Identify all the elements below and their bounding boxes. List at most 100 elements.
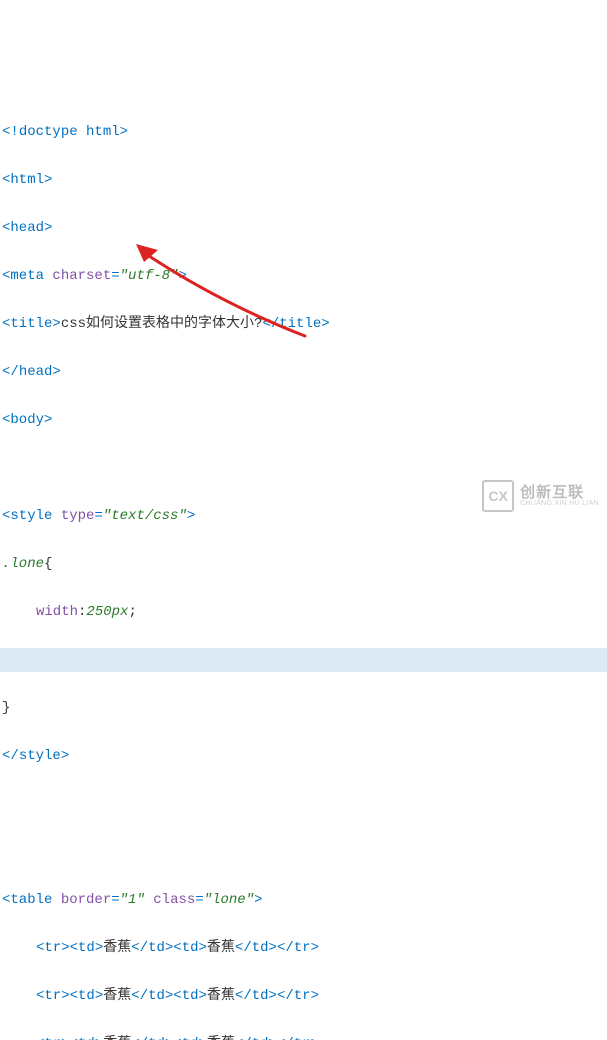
doctype-kw: html: [86, 124, 120, 140]
punct: <: [235, 988, 243, 1004]
punct: <!: [2, 124, 19, 140]
cell-text: 香蕉: [207, 940, 235, 956]
tag: style: [10, 508, 52, 524]
attr: type: [61, 508, 95, 524]
tag: td: [148, 1036, 165, 1040]
punct: <: [2, 892, 10, 908]
cell-text: 香蕉: [207, 1036, 235, 1040]
punct: /: [140, 988, 148, 1004]
tag: td: [252, 988, 269, 1004]
punct: >: [269, 940, 277, 956]
tag: title: [10, 316, 52, 332]
value: "lone": [204, 892, 254, 908]
punct: /: [271, 316, 279, 332]
punct: <: [173, 1036, 181, 1040]
punct: >: [311, 988, 319, 1004]
code-line: [0, 792, 607, 816]
tag: tr: [294, 1036, 311, 1040]
punct: =: [111, 268, 119, 284]
code-line: width:250px;: [0, 600, 607, 624]
punct: >: [52, 364, 60, 380]
punct: >: [61, 1036, 69, 1040]
punct: <: [235, 1036, 243, 1040]
watermark-text-cn: 创新互联: [520, 485, 599, 500]
punct: /: [10, 364, 18, 380]
punct: >: [311, 940, 319, 956]
tag: td: [182, 940, 199, 956]
cell-text: 香蕉: [207, 988, 235, 1004]
selector: .lone: [2, 556, 44, 572]
cell-text: 香蕉: [103, 1036, 131, 1040]
punct: >: [269, 988, 277, 1004]
punct: >: [199, 940, 207, 956]
punct: <: [36, 940, 44, 956]
code-line: </style>: [0, 744, 607, 768]
punct: >: [95, 988, 103, 1004]
punct: <: [262, 316, 270, 332]
punct: /: [243, 940, 251, 956]
code-line: [0, 456, 607, 480]
punct: <: [173, 940, 181, 956]
watermark: CX 创新互联 CHUANG XIN HU LIAN: [482, 480, 599, 512]
punct: =: [111, 892, 119, 908]
punct: >: [61, 988, 69, 1004]
punct: >: [199, 988, 207, 1004]
attr: border: [61, 892, 111, 908]
tag: tr: [294, 988, 311, 1004]
brace: }: [2, 700, 10, 716]
punct: /: [243, 1036, 251, 1040]
punct: >: [95, 1036, 103, 1040]
cell-text: 香蕉: [103, 940, 131, 956]
tag: style: [19, 748, 61, 764]
property: width: [36, 604, 78, 620]
cell-text: 香蕉: [103, 988, 131, 1004]
punct: /: [10, 748, 18, 764]
punct: <: [131, 940, 139, 956]
punct: /: [140, 940, 148, 956]
code-line: <meta charset="utf-8">: [0, 264, 607, 288]
punct: >: [52, 316, 60, 332]
punct: >: [44, 220, 52, 236]
tag: meta: [10, 268, 44, 284]
punct: :: [78, 604, 86, 620]
punct: >: [61, 940, 69, 956]
punct: >: [254, 892, 262, 908]
tag: title: [279, 316, 321, 332]
tag: head: [10, 220, 44, 236]
code-line: [0, 840, 607, 864]
code-line-highlight: [0, 648, 607, 672]
tag: tr: [294, 940, 311, 956]
code-line: <tr><td>香蕉</td><td>香蕉</td></tr>: [0, 984, 607, 1008]
punct: <: [131, 1036, 139, 1040]
tag: body: [10, 412, 44, 428]
punct: /: [140, 1036, 148, 1040]
tag: table: [10, 892, 52, 908]
code-line: <body>: [0, 408, 607, 432]
punct: >: [199, 1036, 207, 1040]
punct: <: [277, 988, 285, 1004]
punct: /: [285, 988, 293, 1004]
code-line: }: [0, 696, 607, 720]
title-text: css如何设置表格中的字体大小?: [61, 316, 263, 332]
tag: tr: [44, 988, 61, 1004]
tag: html: [10, 172, 44, 188]
watermark-text-en: CHUANG XIN HU LIAN: [520, 500, 599, 507]
watermark-logo: CX: [482, 480, 514, 512]
tag: td: [78, 1036, 95, 1040]
punct: <: [2, 748, 10, 764]
punct: >: [165, 940, 173, 956]
punct: =: [195, 892, 203, 908]
code-block: <!doctype html> <html> <head> <meta char…: [0, 96, 607, 1040]
brace: {: [44, 556, 52, 572]
punct: <: [70, 1036, 78, 1040]
punct: >: [178, 268, 186, 284]
tag: td: [78, 988, 95, 1004]
value: 250px: [86, 604, 128, 620]
tag: head: [19, 364, 53, 380]
punct: >: [95, 940, 103, 956]
code-line: <title>css如何设置表格中的字体大小?</title>: [0, 312, 607, 336]
tag: tr: [44, 1036, 61, 1040]
punct: <: [70, 940, 78, 956]
punct: >: [321, 316, 329, 332]
code-line: <head>: [0, 216, 607, 240]
